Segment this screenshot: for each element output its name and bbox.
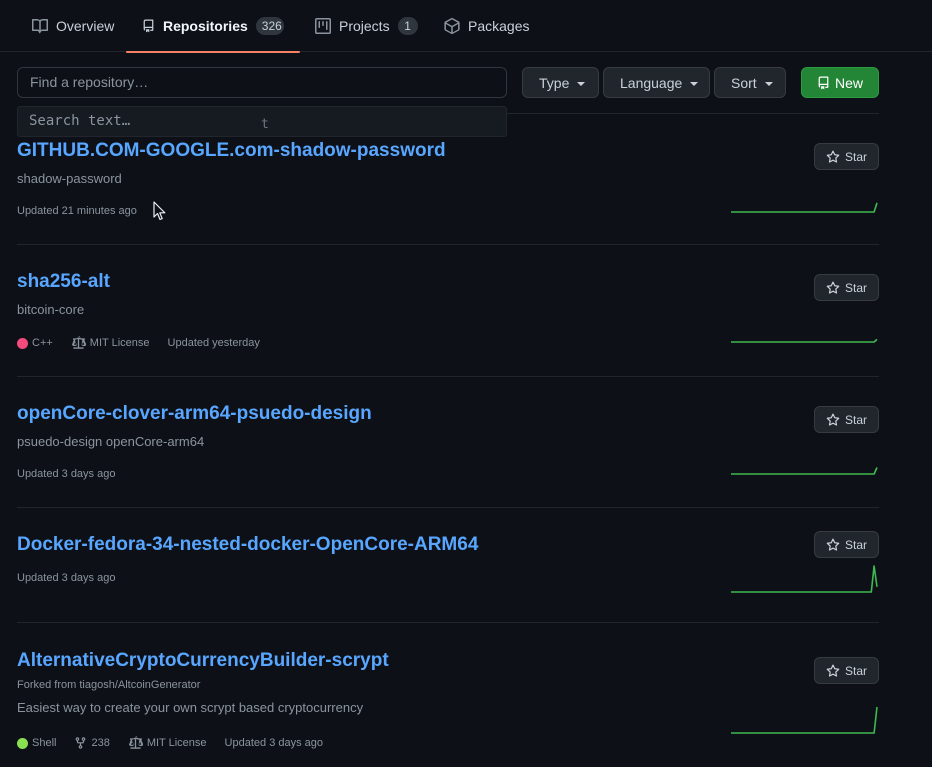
repo-meta: C++ MIT License Updated yesterday (17, 336, 278, 350)
repo-meta: Updated 3 days ago (17, 572, 133, 584)
profile-tabs: Overview Repositories 326 Projects 1 Pac… (0, 0, 932, 53)
star-label: Star (844, 412, 867, 427)
repo-forks-count: 238 (91, 737, 110, 749)
repo-name-link[interactable]: AlternativeCryptoCurrencyBuilder-scrypt (17, 650, 389, 672)
repo-updated: Updated yesterday (167, 337, 260, 349)
repo-language-label: C++ (32, 337, 53, 349)
star-icon (826, 281, 840, 294)
tab-repositories-label: Repositories (162, 18, 248, 34)
sparkline-path (731, 565, 878, 593)
star-icon (826, 150, 840, 163)
repo-meta: Updated 21 minutes ago (17, 205, 155, 217)
divider (17, 622, 879, 623)
repo-icon (818, 76, 829, 89)
repo-language-label: Shell (32, 737, 57, 749)
divider (17, 376, 879, 377)
tab-overview[interactable]: Overview (16, 0, 130, 52)
sparkline-path (731, 467, 878, 475)
sort-label: Sort (731, 74, 757, 91)
repo-description: Easiest way to create your own scrypt ba… (17, 700, 364, 715)
activity-sparkline (731, 706, 878, 734)
star-icon (826, 538, 840, 551)
repo-updated: Updated 21 minutes ago (17, 205, 137, 217)
star-label: Star (844, 663, 867, 678)
tab-repositories[interactable]: Repositories 326 (126, 0, 300, 53)
tab-projects-label: Projects (339, 18, 390, 34)
fork-icon (76, 737, 86, 749)
search-text-stray-char: t (261, 117, 269, 132)
repo-license-label: MIT License (89, 337, 150, 349)
type-filter-button[interactable]: Type (522, 67, 599, 98)
activity-sparkline (731, 202, 878, 213)
activity-sparkline (731, 565, 878, 593)
tab-projects[interactable]: Projects 1 (299, 0, 434, 52)
caret-down-icon (577, 81, 586, 86)
language-color-dot (17, 737, 28, 749)
language-color-dot (17, 337, 28, 349)
repo-fork-note[interactable]: Forked from tiagosh/AltcoinGenerator (17, 679, 200, 691)
book-icon (32, 18, 48, 34)
divider (17, 244, 879, 245)
repo-license: MIT License (128, 736, 207, 750)
type-filter-label: Type (539, 74, 570, 91)
repo-meta: Updated 3 days ago (17, 468, 133, 480)
star-label: Star (844, 280, 867, 295)
new-repository-button[interactable]: New (801, 67, 879, 98)
language-filter-label: Language (620, 74, 683, 91)
projects-count-badge: 1 (397, 17, 418, 35)
repo-language: C++ (17, 337, 53, 349)
star-button[interactable]: Star (814, 274, 879, 301)
star-label: Star (844, 149, 867, 164)
repo-description: shadow-password (17, 171, 122, 186)
repo-name-link[interactable]: Docker-fedora-34-nested-docker-OpenCore-… (17, 534, 478, 556)
find-repository-input[interactable]: Find a repository… (17, 67, 507, 98)
star-icon (826, 664, 840, 677)
sparkline-path (731, 706, 878, 734)
law-icon (71, 336, 86, 349)
activity-sparkline (731, 338, 878, 343)
star-button[interactable]: Star (814, 657, 879, 684)
repo-name-link[interactable]: GITHUB.COM-GOOGLE.com-shadow-password (17, 140, 446, 162)
star-icon (826, 413, 840, 426)
repo-updated: Updated 3 days ago (17, 468, 116, 480)
repo-meta: Shell 238 MIT License Updated 3 days ago (17, 736, 341, 750)
star-button[interactable]: Star (814, 143, 879, 170)
repo-license: MIT License (71, 336, 150, 350)
tab-overview-label: Overview (56, 18, 115, 34)
mouse-cursor-icon (153, 201, 166, 221)
language-filter-button[interactable]: Language (603, 67, 710, 98)
repo-description: psuedo-design openCore-arm64 (17, 434, 205, 449)
repo-icon (143, 19, 154, 33)
tab-packages-label: Packages (468, 18, 530, 34)
sort-button[interactable]: Sort (714, 67, 786, 98)
activity-sparkline (731, 467, 878, 475)
caret-down-icon (764, 81, 773, 86)
repo-updated: Updated 3 days ago (17, 572, 116, 584)
package-icon (444, 18, 460, 34)
caret-down-icon (690, 81, 699, 86)
star-button[interactable]: Star (814, 531, 879, 558)
sparkline-path (731, 202, 878, 213)
repo-name-link[interactable]: openCore-clover-arm64-psuedo-design (17, 403, 372, 425)
repo-forks[interactable]: 238 (74, 736, 110, 750)
star-label: Star (844, 537, 867, 552)
repo-description: bitcoin-core (17, 302, 85, 317)
sparkline-path (731, 338, 878, 343)
repo-name-link[interactable]: sha256-alt (17, 271, 110, 293)
repo-license-label: MIT License (146, 737, 207, 749)
law-icon (128, 736, 143, 749)
divider (17, 507, 879, 508)
repositories-count-badge: 326 (255, 17, 284, 35)
tab-packages[interactable]: Packages (428, 0, 545, 52)
repo-updated: Updated 3 days ago (224, 737, 324, 749)
divider (507, 113, 879, 114)
repo-language: Shell (17, 737, 56, 749)
star-button[interactable]: Star (814, 406, 879, 433)
new-button-label: New (834, 74, 863, 91)
project-board-icon (315, 18, 331, 34)
